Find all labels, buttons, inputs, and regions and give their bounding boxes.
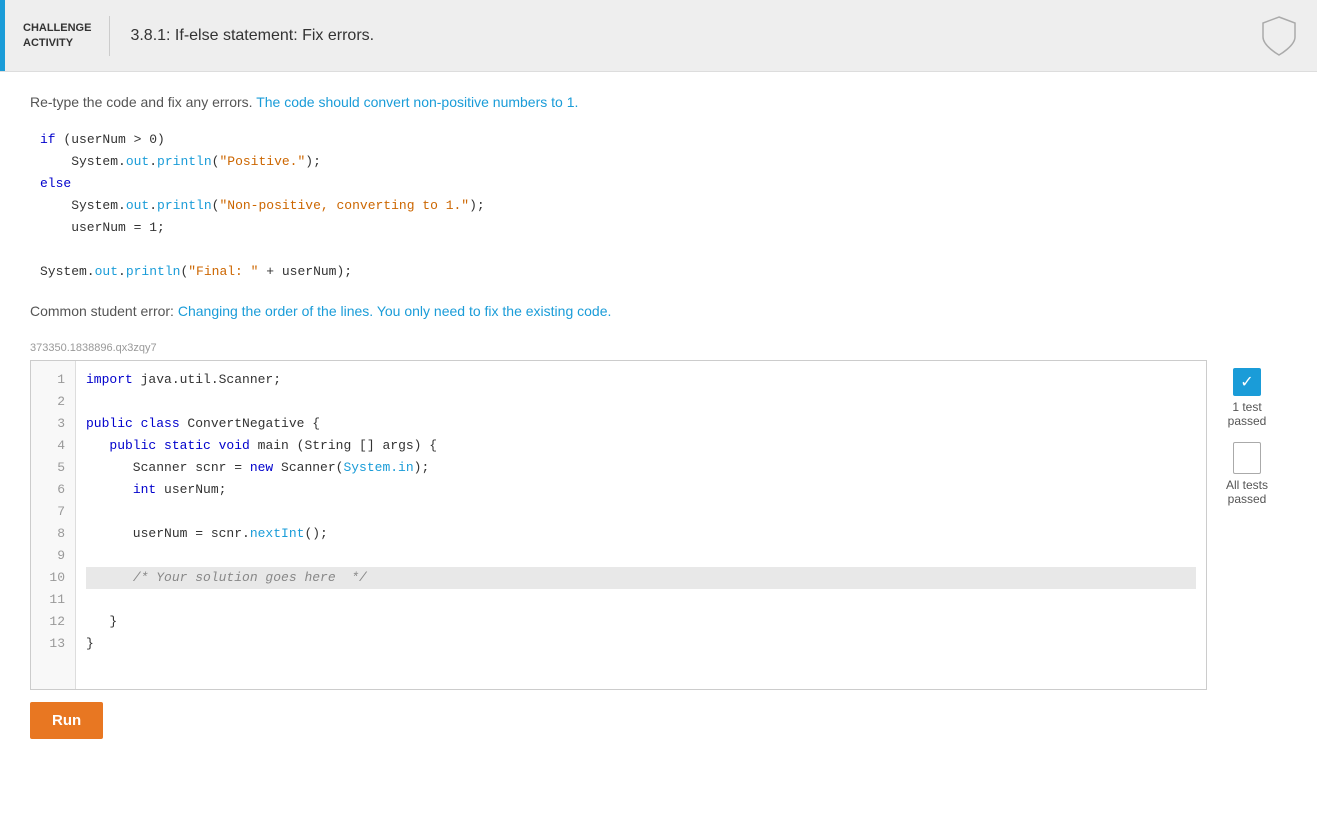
code-line-3: public class ConvertNegative { [86,413,1196,435]
challenge-label: CHALLENGE ACTIVITY [5,21,109,50]
run-button[interactable]: Run [30,702,103,739]
editor-area: 1 2 3 4 5 6 7 8 9 10 11 12 13 [30,360,1287,690]
code-line-5: Scanner scnr = new Scanner(System.in); [86,457,1196,479]
page-wrapper: CHALLENGE ACTIVITY 3.8.1: If-else statem… [0,0,1317,821]
test2-label: All testspassed [1226,478,1268,506]
reference-code-block: if (userNum > 0) System.out.println("Pos… [30,129,1287,283]
code-line-4: public static void main (String [] args)… [86,435,1196,457]
code-line-13: } [86,633,1196,655]
run-button-area: Run [30,690,1287,749]
code-line-12: } [86,611,1196,633]
line-numbers: 1 2 3 4 5 6 7 8 9 10 11 12 13 [31,361,76,689]
instructions-intro: Re-type the code and fix any errors. The… [30,92,1287,113]
main-content: Re-type the code and fix any errors. The… [0,72,1317,821]
code-line-2 [86,391,1196,413]
header-title: 3.8.1: If-else statement: Fix errors. [110,27,1261,45]
activity-id: 373350.1838896.qx3zqy7 [30,342,1287,354]
code-line-1: import java.util.Scanner; [86,369,1196,391]
shield-icon [1261,15,1297,57]
code-line-7 [86,501,1196,523]
header: CHALLENGE ACTIVITY 3.8.1: If-else statem… [0,0,1317,72]
code-line-6: int userNum; [86,479,1196,501]
code-line-11 [86,589,1196,611]
common-error-text: Common student error: Changing the order… [30,301,1287,322]
side-badges: ✓ 1 testpassed All testspassed [1207,360,1287,514]
test2-badge: All testspassed [1226,442,1268,506]
test1-badge: ✓ 1 testpassed [1228,368,1267,428]
code-editor-container[interactable]: 1 2 3 4 5 6 7 8 9 10 11 12 13 [30,360,1207,690]
code-line-9 [86,545,1196,567]
test1-check-icon: ✓ [1233,368,1261,396]
code-line-8: userNum = scnr.nextInt(); [86,523,1196,545]
test1-label: 1 testpassed [1228,400,1267,428]
test2-empty-icon [1233,442,1261,474]
code-line-10: /* Your solution goes here */ [86,567,1196,589]
code-editor[interactable]: import java.util.Scanner; public class C… [76,361,1206,689]
